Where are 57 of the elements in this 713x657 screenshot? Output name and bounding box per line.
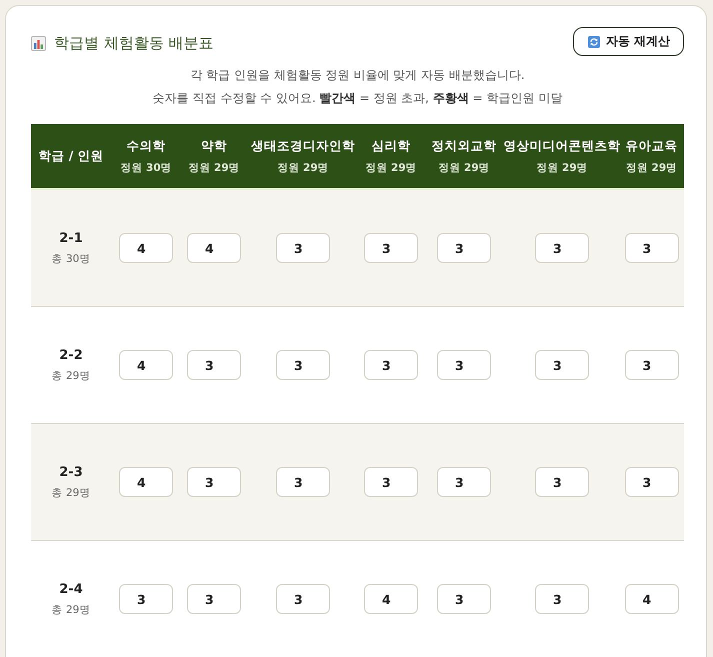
class-total: 총 29명 — [52, 368, 90, 382]
number-input[interactable]: 3 — [437, 584, 491, 614]
number-input[interactable]: 3 — [624, 233, 678, 263]
column-header: 유아교육 — [626, 138, 678, 154]
number-input[interactable]: 3 — [276, 233, 330, 263]
number-input[interactable]: 3 — [437, 233, 491, 263]
class-label: 2-1 — [59, 230, 83, 246]
number-input[interactable]: 3 — [276, 584, 330, 614]
number-input[interactable]: 3 — [535, 233, 589, 263]
number-input[interactable]: 3 — [624, 467, 678, 497]
column-header: 심리학 — [372, 138, 410, 154]
class-label: 2-3 — [59, 464, 83, 480]
recalculate-button[interactable]: 자동 재계산 — [572, 27, 684, 56]
number-input[interactable]: 4 — [624, 584, 678, 614]
number-input[interactable]: 3 — [437, 350, 491, 380]
column-header: 학급 / 인원 — [38, 148, 104, 164]
column-header: 영상미디어콘텐츠학 — [504, 138, 620, 154]
number-input[interactable]: 3 — [437, 467, 491, 497]
description-text: 숫자를 직접 수정할 수 있어요. 빨간색 = 정원 초과, 주황색 = 학급인원 미달 — [152, 90, 562, 107]
description-text: 각 학급 인원을 체험활동 정원 비율에 맞게 자동 배분했습니다. — [190, 67, 525, 84]
column-header: 수의학 — [126, 138, 166, 154]
class-label: 2-4 — [59, 582, 83, 596]
column-header: 생태조경디자인학 — [251, 138, 355, 154]
number-input[interactable]: 3 — [364, 350, 418, 380]
bar-chart-icon — [31, 36, 46, 51]
number-input[interactable]: 4 — [119, 350, 173, 380]
refresh-icon — [588, 36, 600, 48]
page-title: 학급별 체험활동 배분표 — [54, 34, 214, 53]
number-input[interactable]: 3 — [364, 233, 418, 263]
column-header: 정치외교학 — [432, 138, 496, 154]
capacity-label: 정원 29명 — [277, 160, 329, 174]
number-input[interactable]: 3 — [119, 584, 173, 614]
number-input[interactable]: 4 — [364, 584, 418, 614]
number-input[interactable]: 3 — [187, 350, 241, 380]
number-input[interactable]: 3 — [535, 467, 589, 497]
number-input[interactable]: 3 — [187, 467, 241, 497]
number-input[interactable]: 4 — [187, 233, 241, 263]
capacity-label: 정원 29명 — [626, 160, 678, 174]
capacity-label: 정원 30명 — [120, 160, 172, 174]
capacity-label: 정원 29명 — [536, 160, 588, 174]
number-input[interactable]: 3 — [535, 350, 589, 380]
number-input[interactable]: 3 — [624, 350, 678, 380]
capacity-label: 정원 29명 — [438, 160, 490, 174]
capacity-label: 정원 29명 — [188, 160, 240, 174]
class-total: 총 29명 — [52, 602, 90, 616]
number-input[interactable]: 3 — [364, 467, 418, 497]
number-input[interactable]: 4 — [119, 467, 173, 497]
number-input[interactable]: 3 — [535, 584, 589, 614]
number-input[interactable]: 4 — [119, 233, 173, 263]
class-total: 총 29명 — [52, 486, 90, 500]
number-input[interactable]: 3 — [276, 467, 330, 497]
column-header: 약학 — [201, 138, 227, 154]
number-input[interactable]: 3 — [187, 584, 241, 614]
capacity-label: 정원 29명 — [365, 160, 417, 174]
number-input[interactable]: 3 — [276, 350, 330, 380]
class-total: 총 30명 — [52, 252, 90, 266]
class-label: 2-2 — [59, 348, 83, 362]
